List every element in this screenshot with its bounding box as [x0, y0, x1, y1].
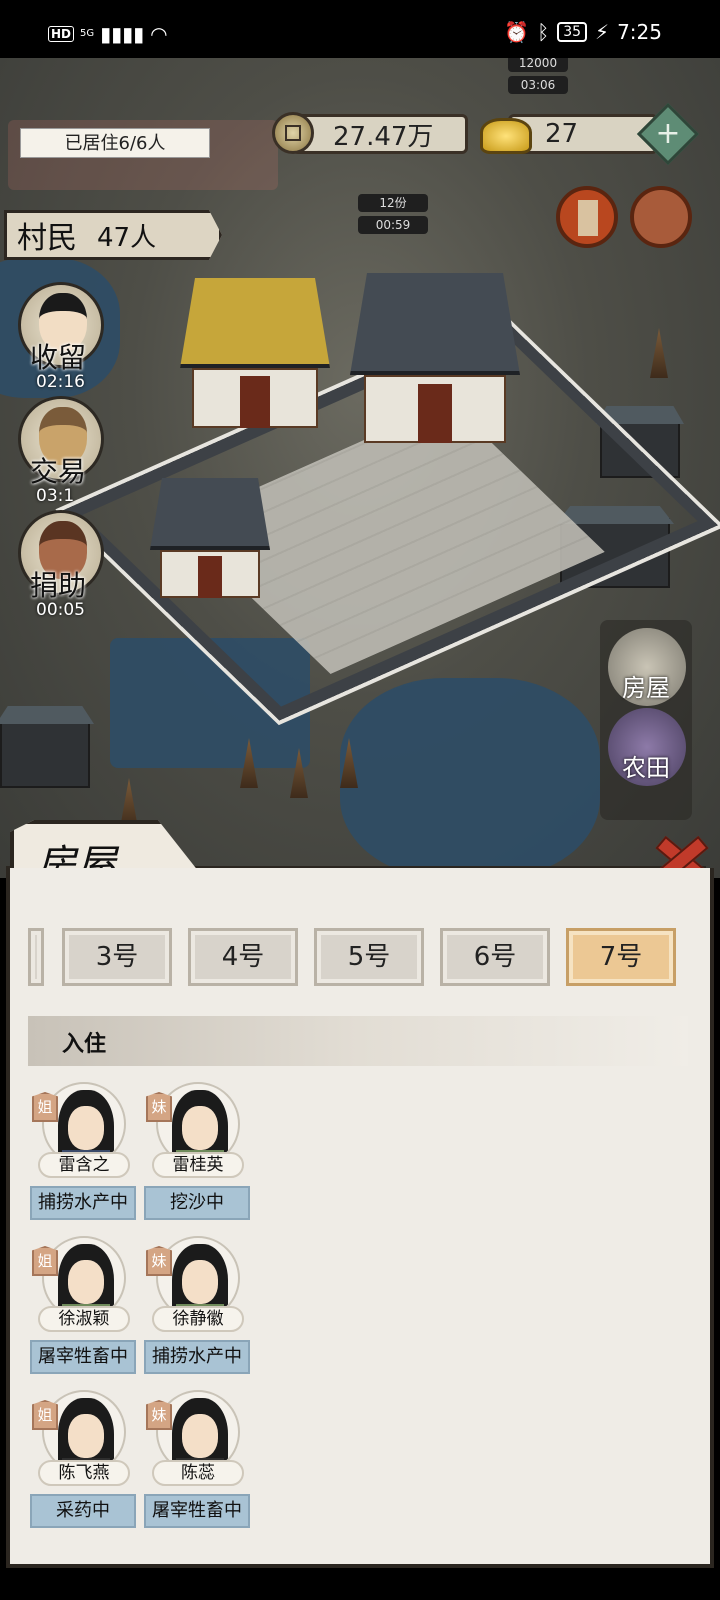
- gold-ingot-icon: [480, 118, 532, 154]
- resident-job: 采药中: [30, 1494, 136, 1528]
- bluetooth-icon: ᛒ: [537, 20, 550, 44]
- resident-name: 雷含之: [38, 1152, 130, 1178]
- role-badge: 姐: [32, 1092, 58, 1122]
- main-hall: [350, 273, 520, 443]
- resident-card[interactable]: 姐 陈飞燕 采药中: [30, 1386, 138, 1536]
- hd-indicator: HD: [48, 26, 75, 42]
- network-type: 5G: [80, 28, 95, 39]
- role-badge: 姐: [32, 1246, 58, 1276]
- resource-timer: 03:06: [508, 76, 568, 94]
- role-badge: 妹: [146, 1246, 172, 1276]
- role-badge: 妹: [146, 1092, 172, 1122]
- system-nav-bar: [0, 1568, 720, 1600]
- resident-job: 捕捞水产中: [30, 1186, 136, 1220]
- pagoda-tree: [650, 328, 668, 378]
- role-badge: 妹: [146, 1400, 172, 1430]
- battery-level: 35: [557, 22, 588, 42]
- copper-display: 27.47万: [292, 114, 468, 154]
- signal-icon: ▮▮▮▮: [100, 22, 145, 46]
- copper-value: 27.47万: [333, 121, 434, 152]
- section-title: 入住: [62, 1032, 107, 1057]
- house-build-label: 房屋: [622, 674, 670, 702]
- settings-gear-button[interactable]: [630, 186, 692, 248]
- tab-house-7[interactable]: 7号: [566, 928, 676, 986]
- resident-name: 陈飞燕: [38, 1460, 130, 1486]
- resident-card[interactable]: 姐 雷含之 捕捞水产中: [30, 1078, 138, 1228]
- resident-card[interactable]: 妹 雷桂英 挖沙中: [144, 1078, 252, 1228]
- farm-build-label: 农田: [622, 754, 670, 782]
- villager-label: 村民: [17, 221, 77, 256]
- resident-job: 挖沙中: [144, 1186, 250, 1220]
- tab-house-3[interactable]: 3号: [62, 928, 172, 986]
- resident-card[interactable]: 妹 陈蕊 屠宰牲畜中: [144, 1386, 252, 1536]
- production-amount: 12份: [358, 194, 428, 212]
- tab-house-6[interactable]: 6号: [440, 928, 550, 986]
- charging-icon: ⚡: [595, 20, 610, 44]
- thatched-building: [180, 278, 330, 428]
- role-badge: 姐: [32, 1400, 58, 1430]
- shelter-timer: 02:16: [36, 372, 85, 392]
- shelter-label: 收留: [30, 341, 87, 374]
- tab-house-4[interactable]: 4号: [188, 928, 298, 986]
- resident-name: 徐静徽: [152, 1306, 244, 1332]
- resident-name: 雷桂英: [152, 1152, 244, 1178]
- alarm-icon: ⏰: [504, 20, 530, 44]
- villager-value: 47人: [97, 222, 157, 253]
- resident-name: 徐淑颖: [38, 1306, 130, 1332]
- villager-count[interactable]: 村民 47人: [4, 210, 222, 260]
- tab-house-prev[interactable]: [28, 928, 44, 986]
- copper-coin-icon: [272, 112, 314, 154]
- resource-timer-amount: 12000: [508, 58, 568, 72]
- resident-job: 屠宰牲畜中: [144, 1494, 250, 1528]
- resident-card[interactable]: 妹 徐静徽 捕捞水产中: [144, 1232, 252, 1382]
- residents-section-header: 入住: [28, 1016, 688, 1066]
- resident-card[interactable]: 姐 徐淑颖 屠宰牲畜中: [30, 1232, 138, 1382]
- resident-job: 捕捞水产中: [144, 1340, 250, 1374]
- tab-house-5[interactable]: 5号: [314, 928, 424, 986]
- house-tabs: 3号 4号 5号 6号 7号: [28, 928, 688, 988]
- build-menu: 房屋 农田: [600, 620, 692, 820]
- ingot-value: 27: [545, 119, 579, 149]
- production-timer: 00:59: [358, 216, 428, 234]
- clock: 7:25: [617, 20, 662, 44]
- trade-label: 交易: [30, 455, 87, 488]
- donate-timer: 00:05: [36, 600, 85, 620]
- resident-job: 屠宰牲畜中: [30, 1340, 136, 1374]
- resident-name: 陈蕊: [152, 1460, 244, 1486]
- scroll-icon-button[interactable]: [556, 186, 618, 248]
- gatehouse: [150, 478, 270, 598]
- wifi-icon: ◠: [150, 22, 168, 46]
- donate-label: 捐助: [30, 569, 87, 602]
- trade-timer: 03:1: [36, 486, 75, 506]
- status-bar: HD 5G ▮▮▮▮ ◠ ⏰ ᛒ 35 ⚡ 7:25: [0, 0, 720, 58]
- occupancy-label: 已居住6/6人: [20, 128, 210, 158]
- village-house[interactable]: [0, 718, 90, 788]
